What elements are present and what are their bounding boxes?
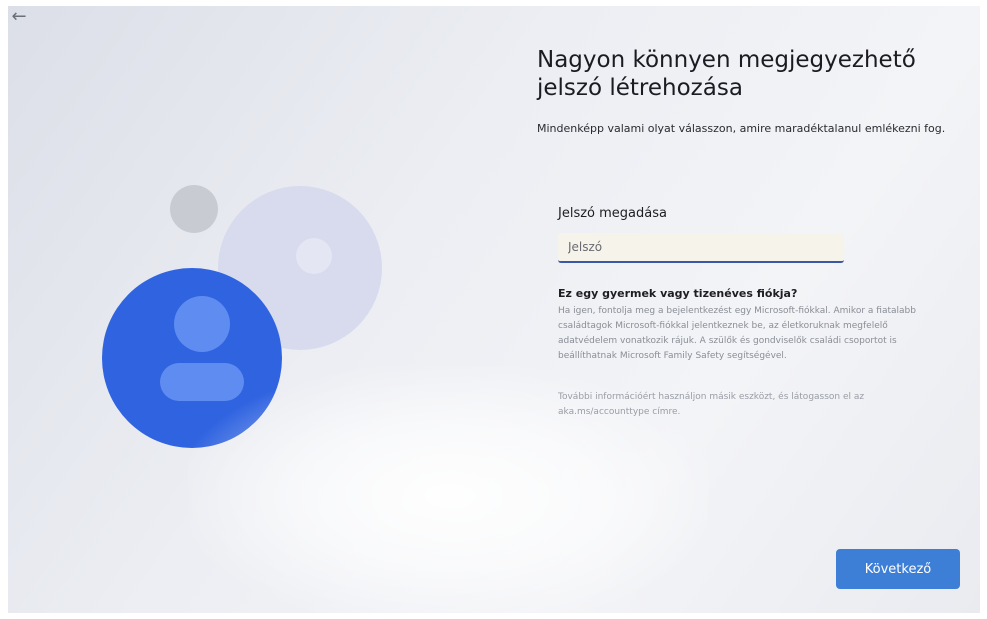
person-head-shape — [174, 296, 230, 352]
child-account-heading: Ez egy gyermek vagy tizenéves fiókja? — [558, 287, 798, 300]
blue-circle — [102, 268, 282, 448]
small-gray-circle — [170, 185, 218, 233]
person-body-shape — [160, 363, 244, 401]
password-input[interactable] — [558, 233, 844, 263]
oobe-screen: ← Nagyon könnyen megjegyezhető jelszó lé… — [8, 6, 980, 613]
child-account-description: Ha igen, fontolja meg a bejelentkezést e… — [558, 306, 916, 361]
user-account-illustration — [102, 185, 382, 448]
page-subtitle: Mindenképp valami olyat válasszon, amire… — [537, 122, 946, 135]
page-title: Nagyon könnyen megjegyezhető jelszó létr… — [537, 47, 916, 101]
password-label: Jelszó megadása — [558, 206, 667, 221]
more-info-text: További információért használjon másik e… — [558, 392, 865, 417]
lavender-head — [296, 238, 332, 274]
next-button[interactable]: Következő — [836, 549, 960, 589]
